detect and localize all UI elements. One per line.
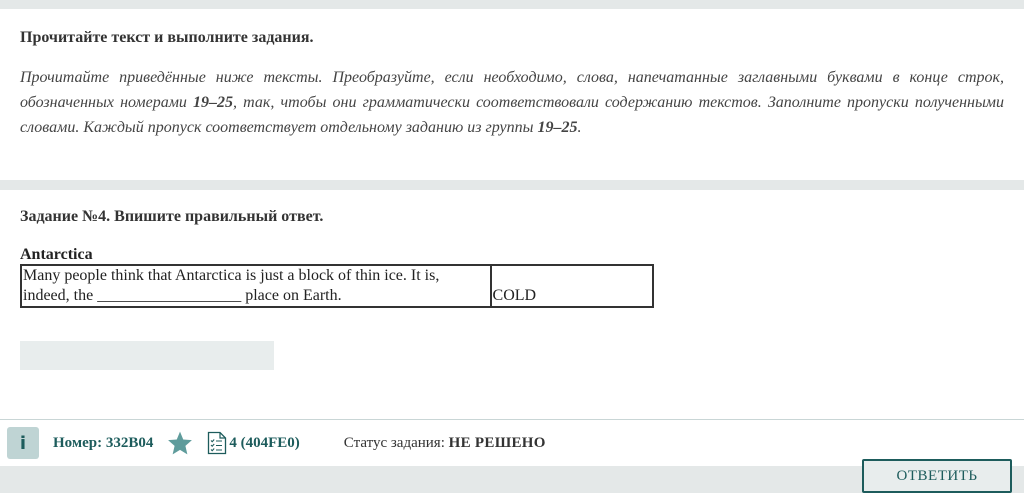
status-label: Статус задания: [343, 434, 449, 451]
gap-fill-table: Many people think that Antarctica is jus… [20, 264, 655, 308]
task-number: Номер: 332B04 [53, 434, 154, 451]
star-icon[interactable] [167, 430, 193, 456]
variant-link[interactable]: 4 (404FE0) [229, 435, 299, 452]
instructions-text-3: . [577, 119, 582, 136]
info-button[interactable]: i [7, 427, 39, 459]
text-title: Antarctica [20, 246, 93, 263]
table-row: Many people think that Antarctica is jus… [20, 264, 655, 308]
section-divider [0, 180, 1024, 190]
answer-input[interactable] [20, 341, 274, 370]
instructions-range-2: 19–25 [537, 119, 578, 136]
sentence-cell: Many people think that Antarctica is jus… [20, 264, 492, 308]
task-title: Задание №4. Впишите правильный ответ. [20, 208, 324, 225]
task-card: Задание №4. Впишите правильный ответ. An… [0, 190, 1024, 420]
status-value: НЕ РЕШЕНО [448, 434, 546, 451]
bottom-strip: ОТВЕТИТЬ [0, 459, 1024, 493]
instructions-card: Прочитайте текст и выполните задания. Пр… [0, 9, 1024, 180]
instructions-title: Прочитайте текст и выполните задания. [20, 29, 314, 46]
answer-button[interactable]: ОТВЕТИТЬ [862, 459, 1012, 493]
task-status: Статус задания: НЕ РЕШЕНО [344, 435, 546, 452]
top-strip [0, 0, 1024, 9]
document-list-icon[interactable] [207, 431, 227, 455]
instructions-body: Прочитайте приведённые ниже тексты. Прео… [20, 65, 1004, 140]
keyword-cell: COLD [489, 264, 655, 308]
instructions-range-1: 19–25 [193, 94, 234, 111]
